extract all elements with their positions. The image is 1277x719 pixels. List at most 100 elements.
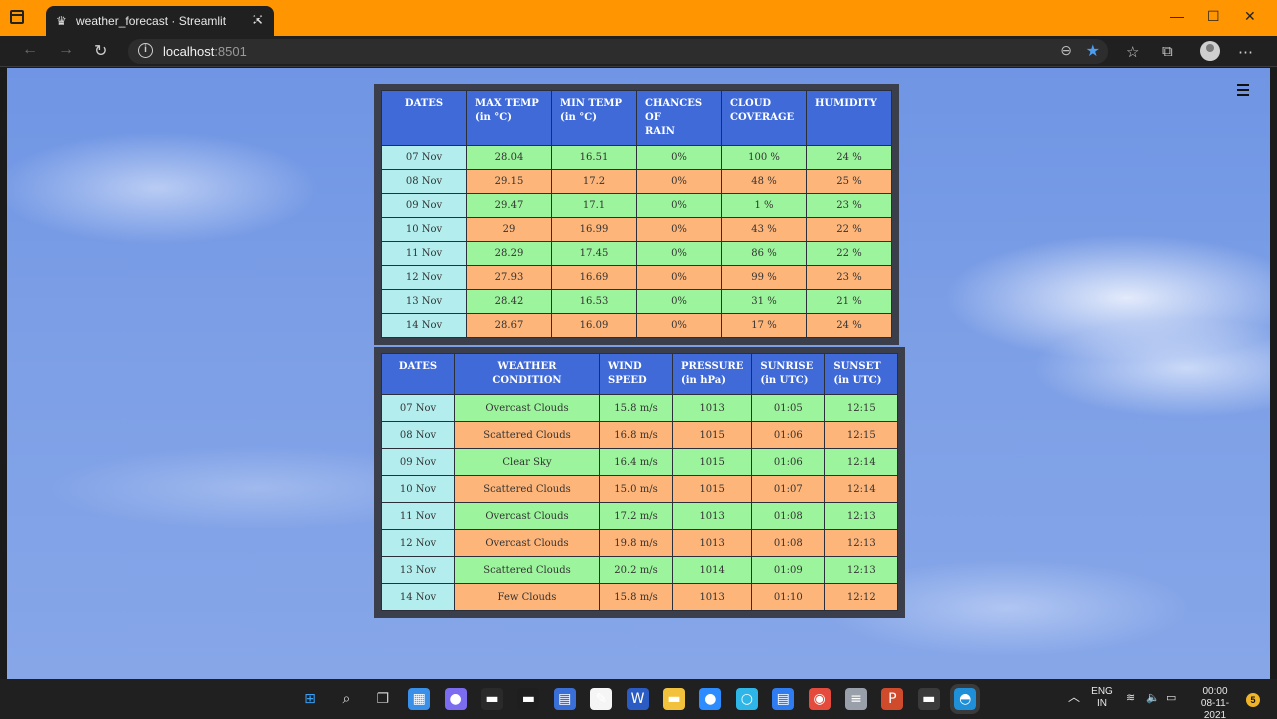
table-cell: 01:06 (751, 421, 826, 449)
browser-title-bar: ♛ weather_forecast · Streamlit ✕ + — ☐ ✕ (0, 0, 1277, 36)
column-header: SUNSET (in UTC) (824, 353, 899, 395)
table-cell: 0% (636, 241, 722, 266)
table-cell: 1 % (721, 193, 807, 218)
site-info-icon[interactable]: i (138, 43, 153, 58)
date-cell: 07 Nov (381, 394, 455, 422)
alexa-icon[interactable]: ○ (735, 688, 758, 710)
windows-start-icon[interactable]: ⊞ (299, 688, 321, 710)
url-text[interactable]: localhost:8501 (163, 44, 247, 59)
favorites-icon[interactable]: ☆ (1126, 43, 1139, 61)
address-bar[interactable]: i localhost:8501 ⊖ ★ (128, 39, 1108, 64)
profile-avatar[interactable] (1200, 41, 1220, 61)
volume-icon[interactable]: 🔈 (1146, 692, 1160, 704)
table-cell: 12:13 (824, 556, 899, 584)
streamlit-app: DATES MAX TEMP (in °C) MIN TEMP (in °C) CHANC… (7, 68, 1270, 679)
table-row: 09 Nov 29.47 17.1 0% 1 % 23 % (381, 193, 892, 218)
wifi-icon[interactable]: ≋ (1126, 692, 1135, 704)
table-row: 10 Nov 29 16.99 0% 43 % 22 % (381, 217, 892, 242)
table-row: 08 Nov 29.15 17.2 0% 48 % 25 % (381, 169, 892, 194)
table-row: 07 Nov 28.04 16.51 0% 100 % 24 % (381, 145, 892, 170)
hamburger-menu-icon[interactable] (1237, 84, 1249, 99)
close-window-icon[interactable]: ✕ (1244, 8, 1256, 25)
table-row: 07 Nov Overcast Clouds 15.8 m/s 1013 01:05 12… (381, 394, 899, 422)
date-cell: 13 Nov (381, 556, 455, 584)
teams-chat-icon[interactable]: ● (444, 688, 467, 710)
temperature-table-header: DATES MAX TEMP (in °C) MIN TEMP (in °C) CHANC… (381, 90, 892, 146)
table-cell: 0% (636, 169, 722, 194)
date-cell: 14 Nov (381, 583, 455, 611)
date-cell: 07 Nov (381, 145, 467, 170)
battery-icon[interactable]: ▭ (1166, 692, 1176, 704)
table-cell: 01:06 (751, 448, 826, 476)
conditions-table: DATES WEATHER CONDITION WIND SPEED PRESSURE(… (381, 353, 899, 611)
forward-icon[interactable]: → (58, 41, 74, 59)
show-hidden-icons-icon[interactable]: ︿ (1068, 691, 1080, 703)
task-view-icon[interactable]: ❐ (372, 688, 394, 710)
edge-icon[interactable]: ◓ (950, 684, 981, 714)
column-header: WIND SPEED (599, 353, 673, 395)
table-cell: 23 % (806, 265, 892, 290)
database-icon[interactable]: ≡ (845, 688, 867, 710)
table-cell: 1013 (671, 529, 753, 557)
table-cell: Overcast Clouds (454, 502, 600, 530)
table-cell: 01:05 (751, 394, 826, 422)
date-cell: 09 Nov (381, 193, 467, 218)
refresh-icon[interactable]: ↻ (94, 41, 107, 61)
chrome-icon[interactable]: ◉ (808, 688, 831, 710)
favorite-star-icon[interactable]: ★ (1086, 41, 1100, 61)
collections-icon[interactable]: ⧉ (1162, 43, 1173, 60)
more-options-icon[interactable]: ⋯ (1238, 43, 1253, 61)
table-cell: 0% (636, 289, 722, 314)
table-cell: 12:12 (824, 583, 899, 611)
notepad-icon[interactable]: ✎ (590, 688, 613, 710)
word-icon[interactable]: W (626, 688, 649, 710)
table-cell: 17 % (721, 313, 807, 338)
widgets-icon[interactable]: ▦ (408, 688, 431, 710)
table-cell: 1014 (671, 556, 753, 584)
browser-tab[interactable]: ♛ weather_forecast · Streamlit ✕ (46, 6, 274, 36)
table-cell: 1013 (671, 394, 753, 422)
minimize-icon[interactable]: — (1170, 8, 1184, 24)
maximize-icon[interactable]: ☐ (1207, 8, 1220, 25)
file-explorer-icon[interactable]: ▬ (663, 688, 685, 710)
column-header: DATES (381, 90, 467, 146)
table-cell: 16.4 m/s (599, 448, 673, 476)
table-cell: 27.93 (466, 265, 552, 290)
zoom-icon[interactable]: ● (699, 688, 722, 710)
table-cell: 24 % (806, 145, 892, 170)
date-cell: 13 Nov (381, 289, 467, 314)
notification-badge[interactable]: 5 (1246, 693, 1260, 707)
search-icon[interactable]: ⌕ (335, 688, 357, 710)
table-cell: 15.8 m/s (599, 583, 673, 611)
table-row: 09 Nov Clear Sky 16.4 m/s 1015 01:06 12:14 (381, 448, 899, 476)
powerpoint-icon[interactable]: P (881, 688, 904, 710)
table-cell: 16.53 (551, 289, 637, 314)
table-cell: 28.04 (466, 145, 552, 170)
command-prompt-icon[interactable]: ▬ (917, 688, 940, 710)
date-cell: 08 Nov (381, 421, 455, 449)
conditions-table-header: DATES WEATHER CONDITION WIND SPEED PRESSURE(… (381, 353, 899, 395)
back-icon[interactable]: ← (22, 41, 38, 59)
dev-cpp-icon[interactable]: ▤ (553, 688, 576, 710)
table-cell: 16.51 (551, 145, 637, 170)
table-row: 11 Nov Overcast Clouds 17.2 m/s 1013 01:08 12… (381, 502, 899, 530)
table-cell: 21 % (806, 289, 892, 314)
table-row: 13 Nov 28.42 16.53 0% 31 % 21 % (381, 289, 892, 314)
zoom-icon[interactable]: ⊖ (1060, 42, 1072, 59)
date-cell: 11 Nov (381, 502, 455, 530)
window-menu-icon[interactable] (10, 10, 24, 24)
terminal-icon[interactable]: ▬ (481, 688, 503, 710)
date-cell: 10 Nov (381, 217, 467, 242)
language-indicator[interactable]: ENG IN (1090, 686, 1114, 710)
notes-icon[interactable]: ▤ (772, 688, 795, 710)
table-cell: 86 % (721, 241, 807, 266)
table-cell: Scattered Clouds (454, 475, 600, 503)
table-cell: Few Clouds (454, 583, 600, 611)
table-row: 11 Nov 28.29 17.45 0% 86 % 22 % (381, 241, 892, 266)
new-tab-icon[interactable]: + (250, 7, 262, 30)
mysql-workbench-icon[interactable]: ▬ (517, 688, 540, 710)
table-cell: 01:08 (751, 529, 826, 557)
clock[interactable]: 00:00 08-11-2021 (1190, 686, 1240, 719)
table-cell: 1015 (671, 421, 753, 449)
table-cell: 16.99 (551, 217, 637, 242)
